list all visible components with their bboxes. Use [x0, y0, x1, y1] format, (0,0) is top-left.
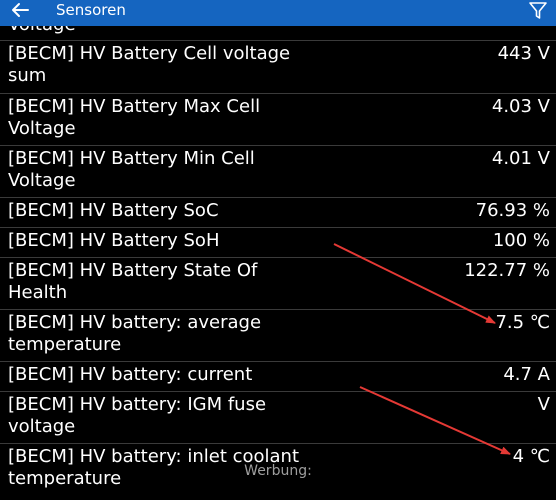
sensor-name: [BECM] HV Battery SoH: [8, 230, 220, 251]
sensor-name: [BECM] HV Battery Min Cell Voltage: [8, 148, 255, 191]
list-item[interactable]: [BECM] HV Battery State Of Health 122.77…: [0, 257, 556, 309]
list-item[interactable]: [BECM] HV Battery Min Cell Voltage 4.01 …: [0, 145, 556, 197]
sensor-value: 4.03 V: [491, 96, 550, 117]
sensor-value: 76.93 %: [475, 200, 550, 221]
sensor-value: 443 V: [497, 43, 550, 64]
list-item[interactable]: [BECM] HV Battery SoH 100 %: [0, 227, 556, 257]
sensor-name: [BECM] HV battery: current: [8, 364, 253, 385]
sensor-name: [BECM] HV Battery SoC: [8, 200, 219, 221]
arrow-left-icon[interactable]: [8, 0, 32, 22]
sensor-value: 4.7 A: [503, 364, 550, 385]
ad-label: Werbung:: [244, 463, 312, 479]
list-item[interactable]: [BECM] HV battery: average temperature 7…: [0, 309, 556, 361]
filter-icon[interactable]: [528, 1, 548, 21]
partial-list-item-label: Voltage: [8, 26, 76, 36]
sensor-name: [BECM] HV Battery Cell voltage sum: [8, 43, 291, 86]
sensor-value: 7.5 ℃: [495, 312, 550, 333]
sensor-name: [BECM] HV Battery Max Cell Voltage: [8, 96, 261, 139]
sensor-name: [BECM] HV battery: IGM fuse voltage: [8, 394, 267, 437]
sensor-list[interactable]: Voltage [BECM] HV Battery Cell voltage s…: [0, 26, 556, 500]
page-title: Sensoren: [56, 1, 126, 19]
sensor-name: [BECM] HV Battery State Of Health: [8, 260, 258, 303]
sensor-value: V: [537, 394, 550, 415]
sensor-value: 100 %: [492, 230, 550, 251]
sensor-name: [BECM] HV battery: average temperature: [8, 312, 262, 355]
list-item[interactable]: [BECM] HV battery: IGM fuse voltage V: [0, 391, 556, 443]
list-item[interactable]: [BECM] HV Battery SoC 76.93 %: [0, 197, 556, 227]
list-item[interactable]: [BECM] HV Battery Cell voltage sum 443 V: [0, 40, 556, 93]
sensor-value: 4.01 V: [491, 148, 550, 169]
list-item[interactable]: [BECM] HV Battery Max Cell Voltage 4.03 …: [0, 93, 556, 145]
list-item[interactable]: [BECM] HV battery: current 4.7 A: [0, 361, 556, 391]
app-bar: Sensoren: [0, 0, 556, 26]
sensor-value: 122.77 %: [464, 260, 550, 281]
